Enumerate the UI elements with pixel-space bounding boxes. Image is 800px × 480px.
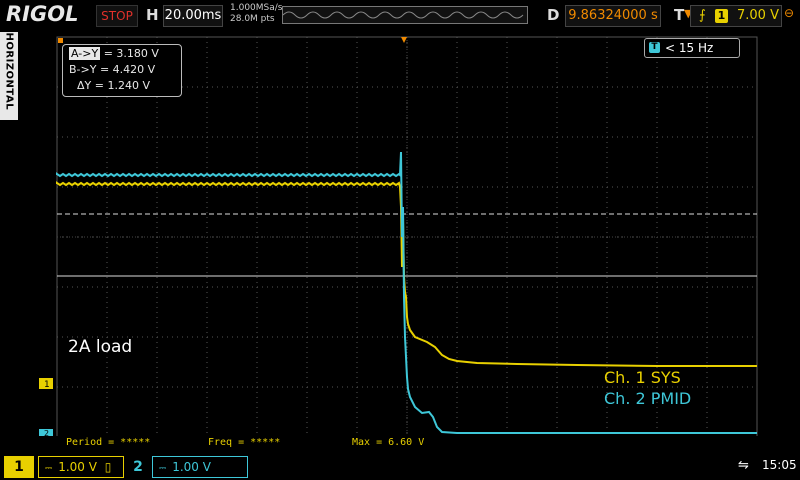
channel-1-marker-label: 1: [44, 380, 50, 390]
sample-rate: 1.000MSa/s: [230, 3, 283, 13]
usb-icon: ⇋: [738, 458, 749, 473]
cursor-a-value: = 3.180 V: [103, 47, 159, 60]
channel-1-tag: 1: [4, 456, 34, 478]
measure-period[interactable]: Period = *****: [66, 437, 150, 448]
measure-freq[interactable]: Freq = *****: [208, 437, 280, 448]
channel-1-scale-box: ⎓ 1.00 V ▯: [38, 456, 124, 478]
trigger-level-icon: ⊖: [784, 6, 795, 20]
dc-coupling-icon: ⎓: [45, 464, 53, 474]
measurement-bar: Period = ***** Freq = ***** Max = 6.60 V: [0, 436, 800, 452]
channel-1-marker: 1: [39, 378, 53, 390]
trigger-level-value: 7.00 V: [737, 8, 779, 23]
dc-coupling-icon: ⎓: [159, 464, 167, 474]
horizontal-menu-tab[interactable]: HORIZONTAL: [0, 32, 18, 120]
measure-max[interactable]: Max = 6.60 V: [352, 437, 424, 448]
cursor-b-row: B->Y = 4.420 V: [69, 63, 155, 77]
cursor-delta-value: = 1.240 V: [94, 79, 150, 92]
frequency-counter[interactable]: T < 15 Hz: [644, 38, 740, 58]
cursor-a-label: A->Y: [69, 47, 101, 60]
rising-edge-icon: ⨍: [699, 8, 706, 23]
bandwidth-limit-icon: ▯: [104, 460, 112, 474]
cursor-delta-label: ΔY: [77, 79, 92, 92]
memory-waveform-overview[interactable]: ▼: [282, 6, 692, 24]
channel-2-scale: 1.00 V: [172, 460, 211, 474]
cursor-a-marker-icon: [58, 38, 63, 43]
load-annotation: 2A load: [68, 337, 133, 357]
channel-2-scale-box: ⎓ 1.00 V: [152, 456, 248, 478]
acquisition-info: 1.000MSa/s 28.0M pts: [230, 3, 282, 25]
channel-2-control[interactable]: 2 ⎓ 1.00 V: [128, 456, 248, 478]
memory-depth: 28.0M pts: [230, 14, 275, 24]
cursor-b-value: = 4.420 V: [99, 63, 156, 76]
horizontal-label: H: [146, 6, 159, 24]
run-stop-indicator[interactable]: STOP: [96, 5, 138, 27]
horizontal-tab-label: HORIZONTAL: [3, 32, 15, 111]
ch1-annotation: Ch. 1 SYS: [604, 368, 681, 387]
channel-1-scale: 1.00 V: [58, 460, 97, 474]
bottom-status-bar: 1 ⎓ 1.00 V ▯ 2 ⎓ 1.00 V ⇋ 15:05: [0, 453, 800, 480]
timebase-value[interactable]: 20.00ms: [163, 5, 223, 27]
delay-label: D: [547, 6, 560, 24]
counter-value: < 15 Hz: [665, 41, 714, 55]
top-status-bar: RIGOL STOP H 20.00ms 1.000MSa/s 28.0M pt…: [0, 0, 800, 30]
counter-icon: T: [649, 42, 660, 53]
clock: 15:05: [762, 458, 797, 472]
brand-logo: RIGOL: [6, 2, 79, 26]
cursor-delta-row: ΔY = 1.240 V: [77, 79, 150, 93]
trigger-source-badge: 1: [715, 9, 728, 23]
ch2-annotation: Ch. 2 PMID: [604, 389, 692, 408]
cursor-readout[interactable]: A->Y = 3.180 V B->Y = 4.420 V ΔY = 1.240…: [62, 44, 182, 97]
cursor-b-label: B->Y: [69, 63, 97, 76]
trigger-label: T: [674, 6, 685, 24]
memory-overview-trace: [283, 11, 524, 19]
channel-1-control[interactable]: 1 ⎓ 1.00 V ▯: [4, 456, 124, 478]
channel-2-tag: 2: [133, 459, 143, 475]
trigger-settings[interactable]: ⨍ 1 7.00 V: [690, 5, 782, 27]
cursor-a-row: A->Y = 3.180 V: [69, 47, 159, 61]
trigger-position-value[interactable]: 9.86324000 s: [565, 5, 661, 27]
